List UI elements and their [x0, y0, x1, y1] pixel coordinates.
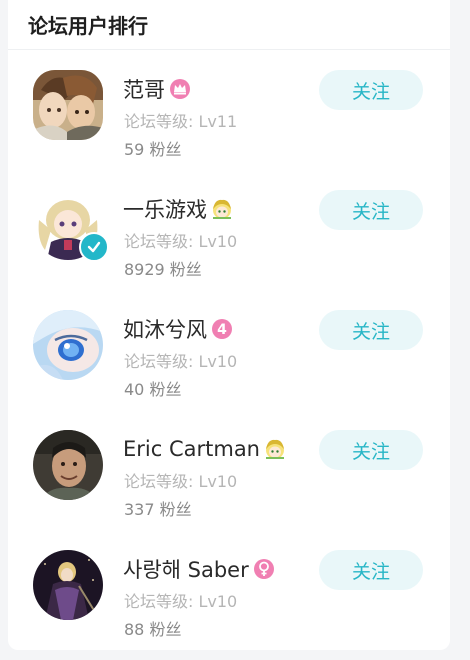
user-name-line: Eric Cartman — [123, 434, 286, 464]
avatar-image — [33, 550, 103, 620]
forum-level: 论坛等级: Lv10 — [124, 232, 238, 251]
avatar[interactable] — [33, 70, 103, 140]
fans-count: 59 粉丝 — [124, 140, 182, 159]
verified-icon — [79, 232, 109, 262]
forum-level: 论坛等级: Lv11 — [124, 112, 238, 131]
card-header: 论坛用户排行 — [8, 0, 450, 50]
forum-level: 论坛等级: Lv10 — [124, 352, 238, 371]
card-title: 论坛用户排行 — [28, 14, 148, 38]
fans-count: 337 粉丝 — [124, 500, 192, 519]
forum-ranking-card: 论坛用户排行 范哥 论坛等级: Lv11 59 粉丝 关注 一乐游戏 论坛等级:… — [8, 0, 450, 650]
avatar-image — [33, 70, 103, 140]
user-name[interactable]: 范哥 — [123, 74, 165, 104]
forum-level: 论坛等级: Lv10 — [124, 472, 238, 491]
user-name[interactable]: 一乐游戏 — [123, 194, 207, 224]
avatar[interactable] — [33, 190, 109, 262]
avatar-image — [33, 310, 103, 380]
list-item: 如沐兮风 4 论坛等级: Lv10 40 粉丝 关注 — [8, 310, 450, 420]
list-item: 사랑해 Saber 论坛等级: Lv10 88 粉丝 关注 — [8, 550, 450, 660]
avatar[interactable] — [33, 550, 103, 620]
user-name[interactable]: 사랑해 Saber — [123, 554, 249, 584]
list-item: 范哥 论坛等级: Lv11 59 粉丝 关注 — [8, 70, 450, 180]
user-name-line: 如沐兮风 4 — [123, 314, 233, 344]
anime-face-badge-icon — [266, 439, 284, 459]
user-name[interactable]: Eric Cartman — [123, 437, 260, 461]
follow-button[interactable]: 关注 — [319, 310, 423, 350]
list-item: Eric Cartman 论坛等级: Lv10 337 粉丝 关注 — [8, 430, 450, 540]
user-name[interactable]: 如沐兮风 — [123, 314, 207, 344]
fans-count: 8929 粉丝 — [124, 260, 202, 279]
number-4-badge-icon: 4 — [212, 319, 232, 339]
user-name-line: 范哥 — [123, 74, 191, 104]
follow-button[interactable]: 关注 — [319, 190, 423, 230]
follow-button[interactable]: 关注 — [319, 70, 423, 110]
female-symbol-badge-icon — [253, 559, 274, 579]
list-item: 一乐游戏 论坛等级: Lv10 8929 粉丝 关注 — [8, 190, 450, 300]
fans-count: 88 粉丝 — [124, 620, 182, 639]
svg-text:4: 4 — [217, 322, 227, 338]
user-name-line: 사랑해 Saber — [123, 554, 275, 584]
forum-level: 论坛等级: Lv10 — [124, 592, 238, 611]
follow-button[interactable]: 关注 — [319, 550, 423, 590]
fans-count: 40 粉丝 — [124, 380, 182, 399]
avatar-image — [33, 430, 103, 500]
crown-badge-icon — [170, 79, 190, 99]
follow-button[interactable]: 关注 — [319, 430, 423, 470]
avatar[interactable] — [33, 310, 103, 380]
user-name-line: 一乐游戏 — [123, 194, 233, 224]
avatar[interactable] — [33, 430, 103, 500]
anime-face-badge-icon — [213, 199, 231, 219]
